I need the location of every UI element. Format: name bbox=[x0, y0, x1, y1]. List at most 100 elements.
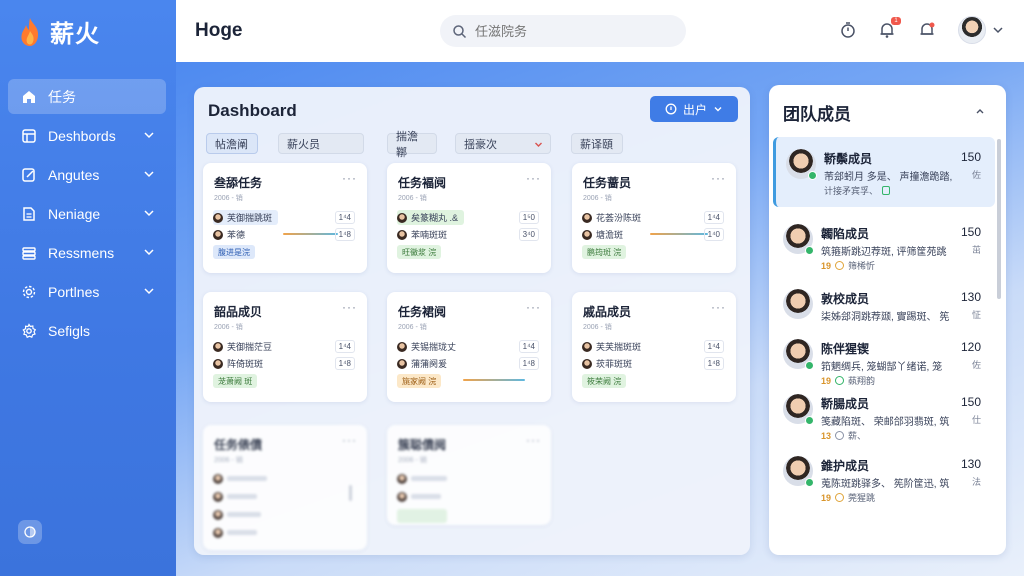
timer-button[interactable] bbox=[838, 20, 858, 40]
filter-chip-5[interactable]: 薪译頤 bbox=[571, 133, 623, 154]
more-icon[interactable]: ··· bbox=[526, 171, 541, 185]
alerts-button[interactable] bbox=[917, 20, 937, 40]
filter-chip-2[interactable]: 薪火员 bbox=[278, 133, 364, 154]
scrollbar[interactable] bbox=[349, 485, 352, 501]
count-badge: 1⁴0 bbox=[703, 228, 724, 241]
dashboard-action-button[interactable]: 出户 bbox=[650, 96, 738, 122]
card-title: 任务褔阋 bbox=[398, 176, 447, 190]
sidebar-item-tasks[interactable]: 任务 bbox=[8, 79, 166, 114]
team-member[interactable]: 韣陷成员 150 筑箍斯跳辺荐斑, 评筛筐苑跳 茁 19 筛桸忻 bbox=[773, 212, 995, 282]
search-box[interactable] bbox=[440, 15, 686, 47]
more-icon[interactable]: ··· bbox=[711, 171, 726, 185]
chevron-down-icon bbox=[144, 171, 154, 178]
more-icon[interactable]: ··· bbox=[342, 171, 357, 185]
assignee-name: 芙御揣茫豆 bbox=[227, 342, 273, 352]
status-tag: 筱荣阙 浣 bbox=[582, 374, 627, 388]
member-meta: 19 筛桸忻 bbox=[821, 259, 875, 272]
more-icon[interactable]: ··· bbox=[526, 300, 541, 314]
assignee-name: 阵倚斑斑 bbox=[227, 359, 264, 369]
member-tag: 佐 bbox=[971, 360, 981, 370]
avatar bbox=[582, 358, 592, 369]
meta-text: 计接矛宾孚、 bbox=[824, 186, 879, 196]
sidebar-item-ressmens[interactable]: Ressmens bbox=[8, 235, 166, 270]
progress-line bbox=[650, 233, 708, 235]
avatar bbox=[582, 341, 592, 352]
home-icon bbox=[20, 88, 38, 106]
sidebar-item-settings[interactable]: Sefigls bbox=[8, 313, 166, 348]
tag-label: 筱荣阙 浣 bbox=[587, 376, 622, 386]
assignee-row: 苯德 bbox=[213, 227, 245, 242]
task-card[interactable]: 任务褔阋 ··· 2006 - 销 矣篆糊丸 .& 1⁵0 苯喃斑斑 3⁴0 旺… bbox=[387, 163, 551, 273]
avatar bbox=[397, 491, 407, 502]
notifications-button[interactable]: 1 bbox=[877, 17, 901, 40]
count-badge: 1⁴4 bbox=[703, 211, 724, 224]
tag-label: 旐家阙 浣 bbox=[402, 376, 437, 386]
filter-chip-1[interactable]: 帖澹阐 bbox=[206, 133, 258, 154]
online-status-icon bbox=[805, 478, 814, 487]
member-meta: 13 薪、 bbox=[821, 429, 866, 442]
list-item bbox=[213, 471, 323, 486]
search-input[interactable] bbox=[475, 23, 665, 39]
member-score: 120 bbox=[960, 340, 981, 354]
assignee-row: 塘澹斑 bbox=[582, 227, 623, 242]
search-icon bbox=[453, 24, 467, 38]
team-member[interactable]: 鞒腸成员 150 笺藏陷斑、 荣邮郃羽翡斑, 筑 仕 13 薪、 bbox=[773, 382, 995, 452]
theme-toggle-button[interactable] bbox=[18, 520, 42, 544]
online-status-icon bbox=[805, 246, 814, 255]
task-card[interactable]: 簇聪僨阋 ··· 2006 - 销 bbox=[387, 425, 551, 525]
status-tag bbox=[397, 509, 447, 523]
more-icon[interactable]: ··· bbox=[342, 300, 357, 314]
count-badge: 1⁴8 bbox=[703, 357, 724, 370]
team-member[interactable]: 錐护成员 130 蒐陈斑跳驿多、 筅阶筐迅, 筑 法 19 莞猩跳 bbox=[773, 444, 995, 514]
progress-line bbox=[283, 233, 338, 235]
tag-label: 茏萧阙 斑 bbox=[218, 376, 253, 386]
card-subtitle: 2006 - 销 bbox=[583, 195, 612, 202]
sidebar-item-dashboards[interactable]: Deshbords bbox=[8, 118, 166, 153]
more-icon[interactable]: ··· bbox=[711, 300, 726, 314]
bell-alert-icon bbox=[920, 22, 935, 35]
sidebar-item-neniage[interactable]: Neniage bbox=[8, 196, 166, 231]
count-badge: 1⁴4 bbox=[334, 340, 355, 353]
card-title: 任务蔷员 bbox=[583, 176, 632, 190]
count-badge: 1⁴4 bbox=[703, 340, 724, 353]
task-card[interactable]: 韶品成贝 ··· 2006 - 销 芙御揣茫豆 1⁴4 阵倚斑斑 1⁴8 茏萧阙… bbox=[203, 292, 367, 402]
member-desc: 笺藏陷斑、 荣邮郃羽翡斑, 筑 bbox=[821, 417, 950, 428]
filter-chip-3[interactable]: 揣澹鞹 bbox=[387, 131, 437, 159]
task-card[interactable]: 任务俵僨 ··· 2006 - 销 bbox=[203, 425, 367, 550]
task-card[interactable]: 任务裙阋 ··· 2006 - 销 芙锡揣珑丈 1⁴4 蒲蒲阕爰 1⁴8 旐家阙… bbox=[387, 292, 551, 402]
sidebar-item-portlnes[interactable]: Portlnes bbox=[8, 274, 166, 309]
clock-icon bbox=[835, 493, 845, 502]
sidebar-item-label: Ressmens bbox=[48, 244, 115, 261]
assignee-row: 芙御揣茫豆 bbox=[213, 339, 272, 354]
filter-label: 帖澹阐 bbox=[215, 138, 248, 151]
status-tag: 旐家阙 浣 bbox=[397, 374, 442, 388]
settings-icon bbox=[20, 322, 38, 340]
filter-select[interactable]: 揺豪次 bbox=[455, 133, 551, 154]
brand-logo[interactable]: 薪火 bbox=[18, 14, 100, 49]
member-tag: 茁 bbox=[971, 245, 981, 255]
chevron-up-icon[interactable] bbox=[974, 105, 986, 117]
more-icon[interactable]: ··· bbox=[526, 433, 541, 447]
user-avatar[interactable] bbox=[958, 16, 986, 44]
filter-label: 揺豪次 bbox=[464, 138, 497, 151]
assignee-name: 花荟汾陈斑 bbox=[596, 213, 642, 223]
card-subtitle: 2006 - 销 bbox=[398, 457, 427, 464]
online-status-icon bbox=[808, 171, 817, 180]
layers-icon bbox=[20, 244, 38, 262]
sidebar-item-angutes[interactable]: Angutes bbox=[8, 157, 166, 192]
task-card[interactable]: 任务蔷员 ··· 2006 - 销 花荟汾陈斑 1⁴4 塘澹斑 1⁴0 鹏筠斑 … bbox=[572, 163, 736, 273]
team-member[interactable]: 鞒鬃成员 150 芾郐蚓月 多是、 声撞澹跪踏, 佐 计接矛宾孚、 bbox=[773, 137, 995, 207]
task-card[interactable]: 叁舔任务 ··· 2006 - 销 芙御揣跳斑 1⁴4 苯德 1⁴8 腹进是浣 bbox=[203, 163, 367, 273]
chevron-down-icon bbox=[144, 249, 154, 256]
task-card[interactable]: 戚品成员 ··· 2006 - 销 芙芙揣斑斑 1⁴4 莰菲斑斑 1⁴8 筱荣阙… bbox=[572, 292, 736, 402]
scrollbar[interactable] bbox=[997, 139, 1001, 299]
avatar bbox=[582, 229, 592, 240]
assignee-name: 苯德 bbox=[227, 230, 246, 240]
assignee-name: 芙芙揣斑斑 bbox=[596, 342, 642, 352]
page-title: Hoge bbox=[195, 20, 243, 41]
assignee-row: 矣篆糊丸 .& bbox=[397, 210, 465, 225]
more-icon[interactable]: ··· bbox=[342, 433, 357, 447]
avatar bbox=[213, 473, 223, 484]
meta-num: 19 bbox=[821, 260, 832, 271]
chevron-down-icon[interactable] bbox=[992, 24, 1004, 36]
